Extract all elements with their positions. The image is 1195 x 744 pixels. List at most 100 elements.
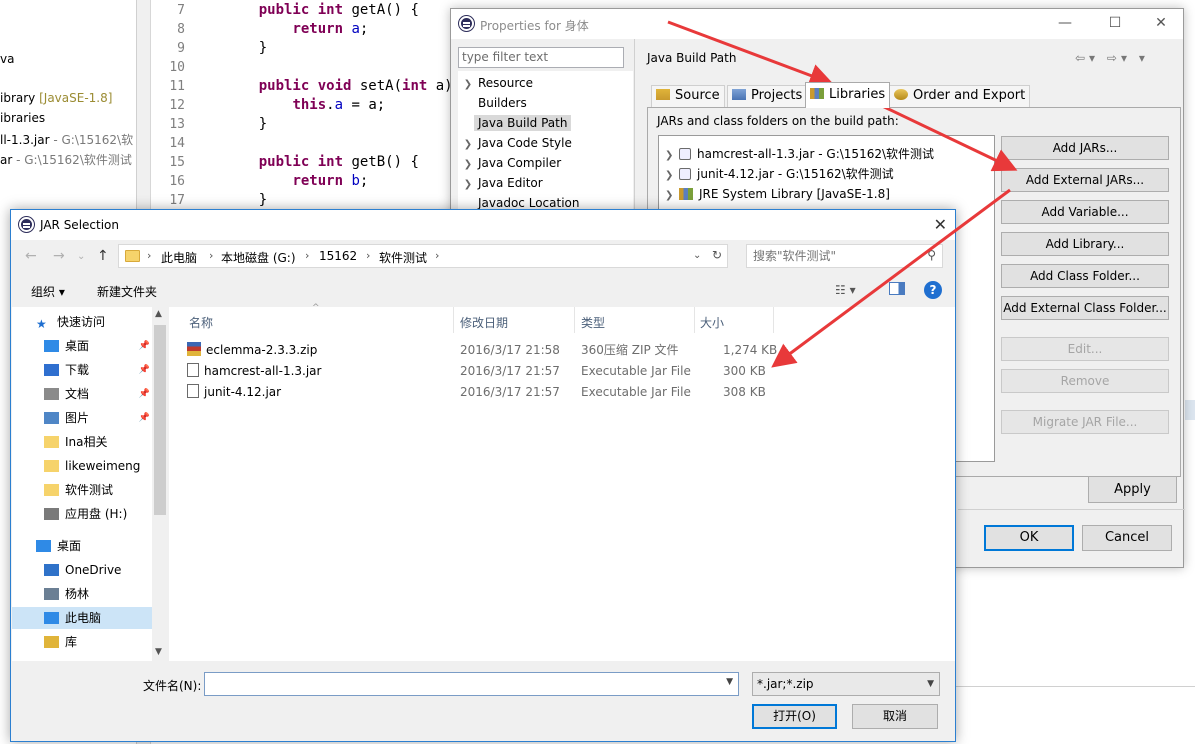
apply-button[interactable]: Apply <box>1088 476 1177 503</box>
nav-item-java-compiler[interactable]: ❯ Java Compiler <box>458 153 561 173</box>
view-options-icon[interactable]: ☷ ▾ <box>835 283 856 297</box>
chevron-down-icon[interactable]: ▼ <box>726 677 733 687</box>
filename-combobox[interactable]: ▼ <box>204 672 739 696</box>
scroll-down-icon[interactable]: ▼ <box>155 647 162 657</box>
new-folder-button[interactable]: 新建文件夹 <box>97 283 157 300</box>
chevron-right-icon[interactable]: ❯ <box>665 166 679 186</box>
build-path-entry[interactable]: ❯ junit-4.12.jar - G:\15162\软件测试 <box>665 164 894 184</box>
tree-item[interactable]: ibraries <box>0 111 45 125</box>
column-divider[interactable] <box>694 307 695 333</box>
tab-projects[interactable]: Projects <box>727 85 808 107</box>
back-icon[interactable]: ⇦▾ <box>1075 51 1099 65</box>
file-type-select[interactable]: *.jar;*.zip ▼ <box>752 672 940 696</box>
back-arrow-icon[interactable]: ← <box>25 248 37 264</box>
organize-button[interactable]: 组织 ▾ <box>31 283 65 300</box>
menu-icon[interactable]: ▾ <box>1139 51 1149 65</box>
up-arrow-icon[interactable]: ↑ <box>97 248 109 264</box>
build-path-entry[interactable]: ❯ hamcrest-all-1.3.jar - G:\15162\软件测试 <box>665 144 934 164</box>
add-external-class-folder-button[interactable]: Add External Class Folder... <box>1001 296 1169 320</box>
nav-item-java-editor[interactable]: ❯ Java Editor <box>458 173 543 193</box>
nav-item-java-code-style[interactable]: ❯ Java Code Style <box>458 133 572 153</box>
build-path-entry[interactable]: ❯ JRE System Library [JavaSE-1.8] <box>665 184 890 204</box>
close-icon[interactable]: ✕ <box>1153 15 1169 31</box>
search-icon[interactable]: ⚲ <box>927 248 936 262</box>
tab-libraries[interactable]: Libraries <box>805 82 891 108</box>
sidebar-item[interactable]: 图片 📌 <box>12 407 152 429</box>
forward-icon[interactable]: ⇨▾ <box>1107 51 1131 65</box>
chevron-right-icon[interactable]: ❯ <box>665 146 679 166</box>
column-header-date[interactable]: 修改日期 <box>460 314 508 331</box>
sidebar-item[interactable]: ★ 快速访问 <box>12 311 152 333</box>
chevron-right-icon[interactable]: › <box>147 249 151 262</box>
filename-input[interactable] <box>209 674 714 694</box>
chevron-right-icon[interactable]: ❯ <box>458 135 478 155</box>
cancel-button[interactable]: 取消 <box>852 704 938 729</box>
history-nav[interactable]: ⇦▾ ⇨▾ ▾ <box>1075 51 1149 65</box>
cancel-button[interactable]: Cancel <box>1082 525 1172 551</box>
remove-button[interactable]: Remove <box>1001 369 1169 393</box>
sidebar-item[interactable]: OneDrive <box>12 559 152 581</box>
sidebar-item[interactable]: Ina相关 <box>12 431 152 453</box>
chevron-down-icon[interactable]: ⌄ <box>693 250 701 261</box>
chevron-down-icon[interactable]: ⌄ <box>77 251 85 262</box>
chevron-right-icon[interactable]: ❯ <box>458 175 478 195</box>
chevron-right-icon[interactable]: › <box>209 249 213 262</box>
file-row[interactable]: eclemma-2.3.3.zip 2016/3/17 21:58 360压缩 ZI… <box>187 340 787 361</box>
preview-pane-icon[interactable] <box>889 282 905 295</box>
column-header-size[interactable]: 大小 <box>700 314 724 331</box>
chevron-right-icon[interactable]: ❯ <box>458 155 478 175</box>
column-header-name[interactable]: 名称 <box>189 314 213 331</box>
help-icon[interactable]: ? <box>924 281 942 299</box>
nav-item-java-build-path[interactable]: Java Build Path <box>458 113 572 133</box>
dialog-titlebar[interactable]: JAR Selection ✕ <box>11 210 955 240</box>
add-class-folder-button[interactable]: Add Class Folder... <box>1001 264 1169 288</box>
file-row[interactable]: hamcrest-all-1.3.jar 2016/3/17 21:57 Execu… <box>187 361 787 382</box>
tab-source[interactable]: Source <box>651 85 725 107</box>
sidebar-item[interactable]: 库 <box>12 631 152 653</box>
breadcrumb-item[interactable]: 15162 <box>319 249 357 263</box>
tab-order-and-export[interactable]: Order and Export <box>889 85 1031 107</box>
forward-arrow-icon[interactable]: → <box>53 248 65 264</box>
sidebar-item[interactable]: 杨林 <box>12 583 152 605</box>
chevron-right-icon[interactable]: › <box>366 249 370 262</box>
navigation-pane[interactable]: ★ 快速访问 桌面 📌 下载 📌 文档 📌 图片 📌 Ina相关 likeweimeng 软件测试 应用盘… <box>12 307 168 661</box>
migrate-jar-button[interactable]: Migrate JAR File... <box>1001 410 1169 434</box>
scroll-up-icon[interactable]: ▲ <box>155 309 162 319</box>
column-divider[interactable] <box>574 307 575 333</box>
search-box[interactable]: ⚲ <box>746 244 943 268</box>
chevron-right-icon[interactable]: ❯ <box>458 75 478 95</box>
breadcrumb-item[interactable]: 软件测试 <box>379 249 427 266</box>
breadcrumb-item[interactable]: 此电脑 <box>161 249 197 266</box>
ok-button[interactable]: OK <box>984 525 1074 551</box>
sidebar-item[interactable]: 桌面 <box>12 535 152 557</box>
nav-item-resource[interactable]: ❯ Resource <box>458 73 533 93</box>
open-button[interactable]: 打开(O) <box>752 704 837 729</box>
chevron-right-icon[interactable]: ❯ <box>665 186 679 206</box>
scrollbar-thumb[interactable] <box>154 325 166 515</box>
sidebar-item[interactable]: 软件测试 <box>12 479 152 501</box>
breadcrumb-item[interactable]: 本地磁盘 (G:) <box>221 249 296 266</box>
minimize-icon[interactable]: — <box>1057 15 1073 31</box>
nav-item-builders[interactable]: Builders <box>458 93 527 113</box>
add-external-jars-button[interactable]: Add External JARs... <box>1001 168 1169 192</box>
chevron-right-icon[interactable]: › <box>305 249 309 262</box>
refresh-icon[interactable]: ↻ <box>712 248 722 262</box>
sidebar-item[interactable]: 桌面 📌 <box>12 335 152 357</box>
tree-item[interactable]: ll-1.3.jar - G:\15162\软 <box>0 131 133 148</box>
file-list[interactable]: 名称 ^ 修改日期 类型 大小 eclemma-2.3.3.zip 2016/3/… <box>169 303 955 661</box>
file-row[interactable]: junit-4.12.jar 2016/3/17 21:57 Executable … <box>187 382 787 403</box>
column-divider[interactable] <box>773 307 774 333</box>
code-editor[interactable]: 7 public int getA() { 8 return a; 9 } 10… <box>151 0 453 210</box>
close-icon[interactable]: ✕ <box>934 215 947 234</box>
dialog-titlebar[interactable]: Properties for 身体 — ☐ ✕ <box>451 9 1183 39</box>
sidebar-item[interactable]: 应用盘 (H:) <box>12 503 152 525</box>
pin-icon[interactable]: 📌 <box>139 359 150 381</box>
sidebar-item[interactable]: likeweimeng <box>12 455 152 477</box>
sidebar-item[interactable]: 下载 📌 <box>12 359 152 381</box>
pin-icon[interactable]: 📌 <box>139 335 150 357</box>
tree-item[interactable]: ar - G:\15162\软件测试 <box>0 151 132 168</box>
filter-input[interactable]: type filter text <box>458 47 624 68</box>
add-library-button[interactable]: Add Library... <box>1001 232 1169 256</box>
search-input[interactable] <box>751 246 921 266</box>
chevron-right-icon[interactable]: › <box>435 249 439 262</box>
